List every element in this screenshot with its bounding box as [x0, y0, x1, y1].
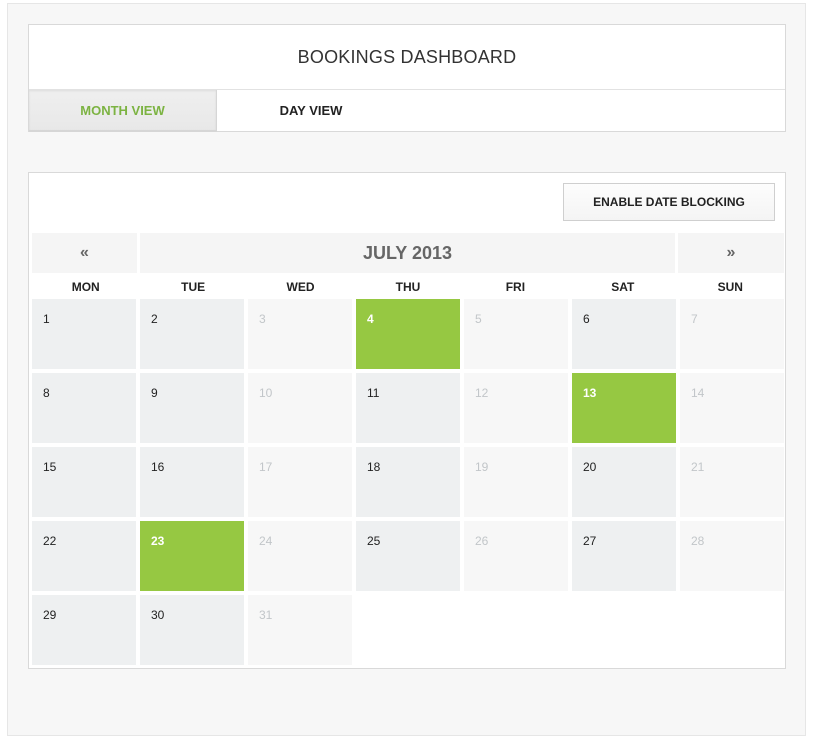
month-title: JULY 2013: [140, 233, 675, 273]
day-cell[interactable]: 30: [140, 595, 244, 665]
day-cell[interactable]: 13: [572, 373, 676, 443]
day-cell[interactable]: 4: [356, 299, 460, 369]
day-cell[interactable]: 26: [464, 521, 568, 591]
weekday-header: MON TUE WED THU FRI SAT SUN: [32, 276, 784, 298]
day-cell[interactable]: 15: [32, 447, 136, 517]
day-cell[interactable]: 24: [248, 521, 352, 591]
weekday-thu: THU: [395, 280, 421, 294]
enable-date-blocking-button[interactable]: ENABLE DATE BLOCKING: [563, 183, 775, 221]
day-cell[interactable]: 16: [140, 447, 244, 517]
day-cell[interactable]: 29: [32, 595, 136, 665]
day-cell[interactable]: 31: [248, 595, 352, 665]
day-cell[interactable]: 1: [32, 299, 136, 369]
dashboard-header: BOOKINGS DASHBOARD MONTH VIEW DAY VIEW: [28, 24, 786, 132]
day-cell[interactable]: 17: [248, 447, 352, 517]
day-cell[interactable]: 19: [464, 447, 568, 517]
prev-month-button[interactable]: «: [32, 233, 137, 273]
day-cell[interactable]: 6: [572, 299, 676, 369]
day-cell[interactable]: 7: [680, 299, 784, 369]
weekday-sat: SAT: [611, 280, 635, 294]
weekday-tue: TUE: [181, 280, 206, 294]
weekday-mon: MON: [71, 280, 100, 294]
calendar-panel: ENABLE DATE BLOCKING « JULY 2013 » MON T…: [28, 172, 786, 669]
day-cell[interactable]: 25: [356, 521, 460, 591]
day-cell[interactable]: 8: [32, 373, 136, 443]
weekday-wed: WED: [286, 280, 315, 294]
calendar-grid: 1 2 3 4 5 6 7 8 9 10 11 12 13 14 15 16 17 18 19 20 21 22 23 24 2…: [32, 299, 784, 665]
day-cell[interactable]: 12: [464, 373, 568, 443]
day-cell[interactable]: 27: [572, 521, 676, 591]
day-cell[interactable]: 21: [680, 447, 784, 517]
day-cell[interactable]: 14: [680, 373, 784, 443]
day-cell[interactable]: 2: [140, 299, 244, 369]
day-cell[interactable]: 5: [464, 299, 568, 369]
day-cell[interactable]: 10: [248, 373, 352, 443]
weekday-fri: FRI: [505, 280, 526, 294]
day-cell[interactable]: 28: [680, 521, 784, 591]
day-cell[interactable]: 20: [572, 447, 676, 517]
tab-day-view[interactable]: DAY VIEW: [217, 90, 405, 132]
next-month-button[interactable]: »: [678, 233, 784, 273]
view-tabs: MONTH VIEW DAY VIEW: [29, 90, 785, 132]
day-cell[interactable]: 11: [356, 373, 460, 443]
day-cell[interactable]: 18: [356, 447, 460, 517]
day-cell[interactable]: 23: [140, 521, 244, 591]
day-cell[interactable]: 22: [32, 521, 136, 591]
tab-month-view[interactable]: MONTH VIEW: [29, 90, 217, 132]
day-cell[interactable]: 9: [140, 373, 244, 443]
weekday-sun: SUN: [717, 280, 743, 294]
month-navigation: « JULY 2013 »: [32, 233, 784, 273]
day-cell[interactable]: 3: [248, 299, 352, 369]
page-title: BOOKINGS DASHBOARD: [29, 25, 785, 90]
